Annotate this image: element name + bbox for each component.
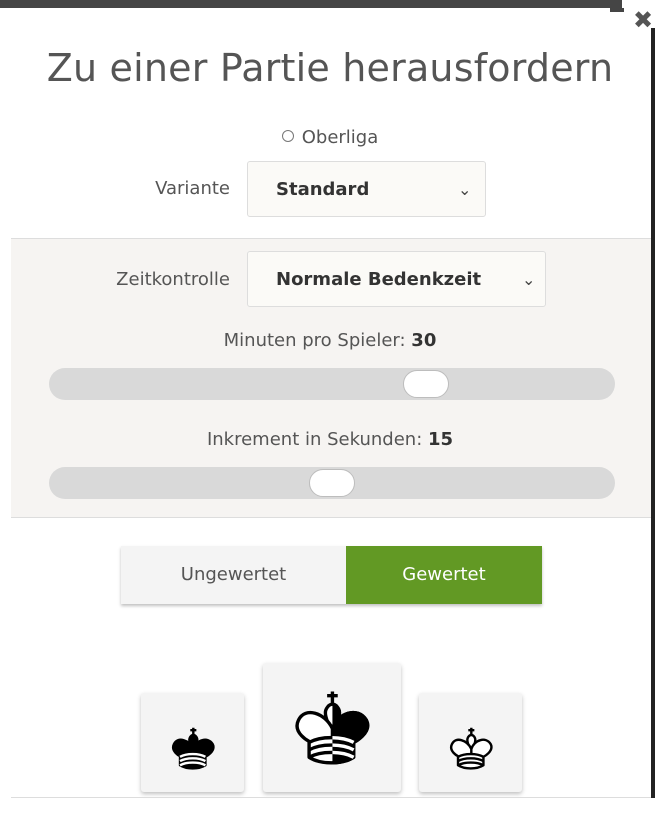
close-icon[interactable]: ✖ bbox=[633, 6, 653, 34]
minutes-label: Minuten pro Spieler: 30 bbox=[0, 330, 655, 351]
league-radio[interactable]: Oberliga bbox=[0, 127, 655, 148]
close-button[interactable]: ✖ bbox=[632, 6, 654, 34]
league-radio-label: Oberliga bbox=[301, 127, 379, 148]
minutes-value: 30 bbox=[411, 330, 437, 351]
chevron-down-icon: ⌄ bbox=[458, 180, 472, 199]
variant-label: Variante bbox=[155, 178, 230, 199]
unrated-option[interactable]: Ungewertet bbox=[121, 546, 346, 604]
rated-option[interactable]: Gewertet bbox=[346, 546, 542, 604]
black-king-icon bbox=[171, 727, 215, 770]
play-white-button[interactable] bbox=[419, 693, 522, 792]
time-control-select-value: Normale Bedenkzeit bbox=[276, 269, 482, 290]
dialog-bottom-divider bbox=[11, 797, 651, 798]
chevron-down-icon: ⌄ bbox=[522, 270, 536, 289]
radio-circle-icon[interactable] bbox=[281, 130, 294, 142]
increment-label: Inkrement in Sekunden: 15 bbox=[0, 429, 655, 450]
rated-toggle: Ungewertet Gewertet bbox=[121, 546, 542, 604]
variant-select[interactable]: Standard ⌄ bbox=[247, 161, 486, 217]
white-king-icon bbox=[449, 727, 493, 770]
minutes-slider[interactable] bbox=[49, 368, 615, 400]
increment-value: 15 bbox=[427, 429, 454, 450]
time-control-label: Zeitkontrolle bbox=[116, 269, 230, 290]
minutes-label-text: Minuten pro Spieler: bbox=[223, 330, 412, 351]
dialog-top-border-tail bbox=[610, 8, 624, 12]
random-king-icon bbox=[295, 691, 370, 765]
dialog-title: Zu einer Partie herausfordern bbox=[46, 46, 614, 90]
time-control-select[interactable]: Normale Bedenkzeit ⌄ bbox=[247, 251, 546, 307]
play-random-button[interactable] bbox=[263, 663, 401, 792]
increment-slider[interactable] bbox=[49, 467, 615, 499]
increment-slider-handle[interactable] bbox=[309, 469, 355, 497]
variant-select-value: Standard bbox=[276, 179, 370, 200]
minutes-slider-handle[interactable] bbox=[403, 370, 449, 398]
dialog-top-border bbox=[0, 0, 622, 8]
play-black-button[interactable] bbox=[141, 693, 244, 792]
increment-label-text: Inkrement in Sekunden: bbox=[206, 429, 428, 450]
